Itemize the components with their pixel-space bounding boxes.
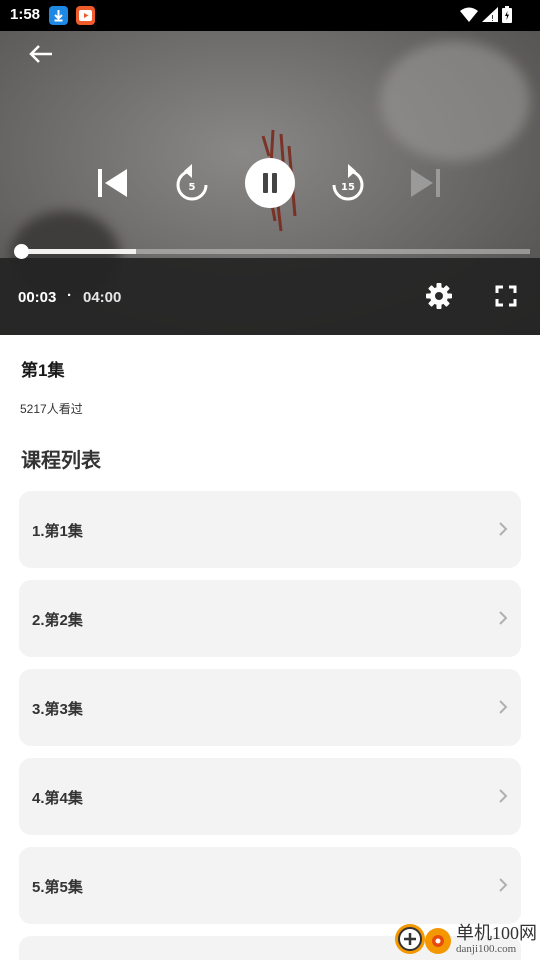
- previous-button[interactable]: [96, 167, 130, 199]
- svg-text:!: !: [491, 14, 494, 22]
- course-item-label: 4.第4集: [32, 790, 83, 807]
- view-count: 5217人看过: [20, 402, 83, 416]
- watermark-logo: 单机100网 danji100.com: [390, 915, 540, 960]
- status-time: 1:58: [10, 6, 41, 23]
- rewind-seconds-label: 5: [189, 182, 196, 193]
- course-item-label: 2.第2集: [32, 612, 83, 629]
- status-bar: 1:58 !: [0, 0, 540, 31]
- watermark-site-name: 单机100网: [456, 923, 537, 943]
- control-bar: [0, 258, 540, 335]
- watermark-mascot-icon: [395, 924, 451, 954]
- video-frame-highlight: [380, 41, 530, 161]
- course-list-title: 课程列表: [21, 450, 101, 472]
- progress-buffer: [16, 249, 137, 254]
- video-player[interactable]: 5 15 00:03 · 04:00: [0, 31, 540, 335]
- time-separator: ·: [67, 287, 72, 304]
- pause-button[interactable]: [245, 158, 295, 208]
- forward-seconds-label: 15: [341, 182, 355, 193]
- back-button[interactable]: [24, 39, 60, 69]
- chevron-right-icon: [499, 878, 508, 892]
- course-item-label: 3.第3集: [32, 701, 83, 718]
- download-notification-icon: [49, 6, 68, 25]
- course-item-label: 1.第1集: [32, 523, 83, 540]
- course-item-label: 5.第5集: [32, 879, 83, 896]
- rewind-5-button[interactable]: 5: [173, 161, 211, 203]
- course-item-1[interactable]: 1.第1集: [19, 491, 521, 568]
- wifi-icon: [460, 7, 478, 27]
- course-item-3[interactable]: 3.第3集: [19, 669, 521, 746]
- course-item-5[interactable]: 5.第5集: [19, 847, 521, 924]
- total-time: 04:00: [83, 289, 122, 306]
- battery-icon: [502, 6, 512, 28]
- forward-15-button[interactable]: 15: [329, 161, 367, 203]
- episode-title: 第1集: [21, 361, 65, 380]
- chevron-right-icon: [499, 522, 508, 536]
- current-time: 00:03: [18, 289, 57, 306]
- course-item-4[interactable]: 4.第4集: [19, 758, 521, 835]
- settings-gear-icon[interactable]: [424, 281, 454, 311]
- app-notification-icon: [76, 6, 95, 25]
- chevron-right-icon: [499, 789, 508, 803]
- chevron-right-icon: [499, 611, 508, 625]
- fullscreen-icon[interactable]: [494, 284, 518, 308]
- progress-bar[interactable]: [14, 244, 530, 259]
- course-item-2[interactable]: 2.第2集: [19, 580, 521, 657]
- cell-signal-icon: !: [482, 7, 498, 27]
- next-button[interactable]: [408, 167, 442, 199]
- watermark-site-url: danji100.com: [456, 943, 517, 955]
- chevron-right-icon: [499, 700, 508, 714]
